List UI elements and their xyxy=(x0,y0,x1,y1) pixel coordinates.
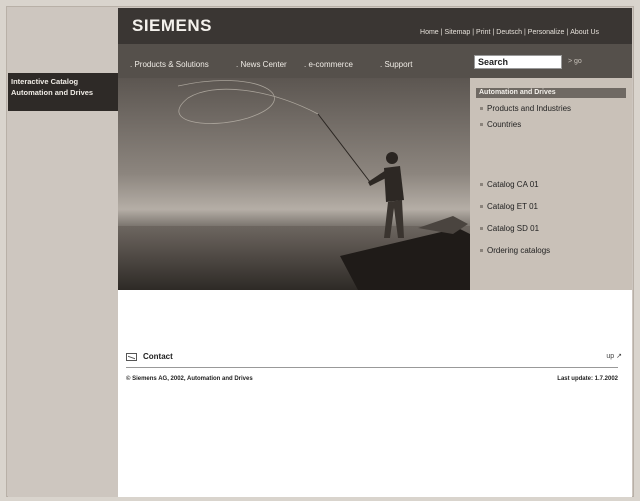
contact-row: Contact up ↗ xyxy=(126,351,626,365)
main-content: SIEMENS Home | Sitemap | Print | Deutsch | Perso… xyxy=(118,8,632,497)
panel-link-catalog-et01[interactable]: Catalog ET 01 xyxy=(480,202,538,211)
nav-products-solutions[interactable]: . Products & Solutions xyxy=(130,60,209,69)
bullet-icon xyxy=(480,123,483,127)
link-deutsch[interactable]: Deutsch xyxy=(496,29,522,36)
back-to-top-link[interactable]: up ↗ xyxy=(606,352,622,360)
bullet-icon xyxy=(480,249,483,253)
nav-bar: . Products & Solutions . News Center . e… xyxy=(118,44,632,78)
link-print[interactable]: Print xyxy=(476,29,490,36)
search-input[interactable]: Search xyxy=(474,55,562,69)
footer-divider xyxy=(126,367,618,368)
top-links: Home | Sitemap | Print | Deutsch | Personalize | A… xyxy=(420,29,599,36)
panel-link-countries[interactable]: Countries xyxy=(480,120,521,129)
panel-header[interactable]: Automation and Drives xyxy=(476,88,626,98)
link-sitemap[interactable]: Sitemap xyxy=(445,29,471,36)
bullet-icon xyxy=(480,183,483,187)
catalog-title-line1: Interactive Catalog xyxy=(11,77,79,86)
bullet-icon xyxy=(480,205,483,209)
bullet-icon xyxy=(480,227,483,231)
catalog-title-line2: Automation and Drives xyxy=(11,88,94,97)
panel-link-catalog-sd01[interactable]: Catalog SD 01 xyxy=(480,224,539,233)
right-panel: Automation and Drives Products and Indus… xyxy=(470,78,632,290)
hero-image xyxy=(118,78,470,290)
contact-link[interactable]: Contact xyxy=(143,352,173,361)
nav-news-center[interactable]: . News Center xyxy=(236,60,287,69)
link-about-us[interactable]: About Us xyxy=(570,29,599,36)
nav-e-commerce[interactable]: . e-commerce xyxy=(304,60,353,69)
link-personalize[interactable]: Personalize xyxy=(528,29,565,36)
copyright-text: © Siemens AG, 2002, Automation and Drive… xyxy=(126,376,253,382)
search-go-button[interactable]: > go xyxy=(568,58,582,65)
bullet-icon xyxy=(480,107,483,111)
panel-link-catalog-ca01[interactable]: Catalog CA 01 xyxy=(480,180,539,189)
nav-support[interactable]: . Support xyxy=(380,60,412,69)
panel-link-products-industries[interactable]: Products and Industries xyxy=(480,104,571,113)
catalog-title-box[interactable]: Interactive Catalog Automation and Drive… xyxy=(8,73,118,111)
header-bar: SIEMENS Home | Sitemap | Print | Deutsch | Perso… xyxy=(118,8,632,44)
link-home[interactable]: Home xyxy=(420,29,439,36)
last-update-text: Last update: 1.7.2002 xyxy=(557,376,618,382)
panel-link-ordering-catalogs[interactable]: Ordering catalogs xyxy=(480,246,550,255)
siemens-logo[interactable]: SIEMENS xyxy=(132,16,212,36)
mail-icon xyxy=(126,353,137,361)
fisherman-photo xyxy=(118,78,470,290)
